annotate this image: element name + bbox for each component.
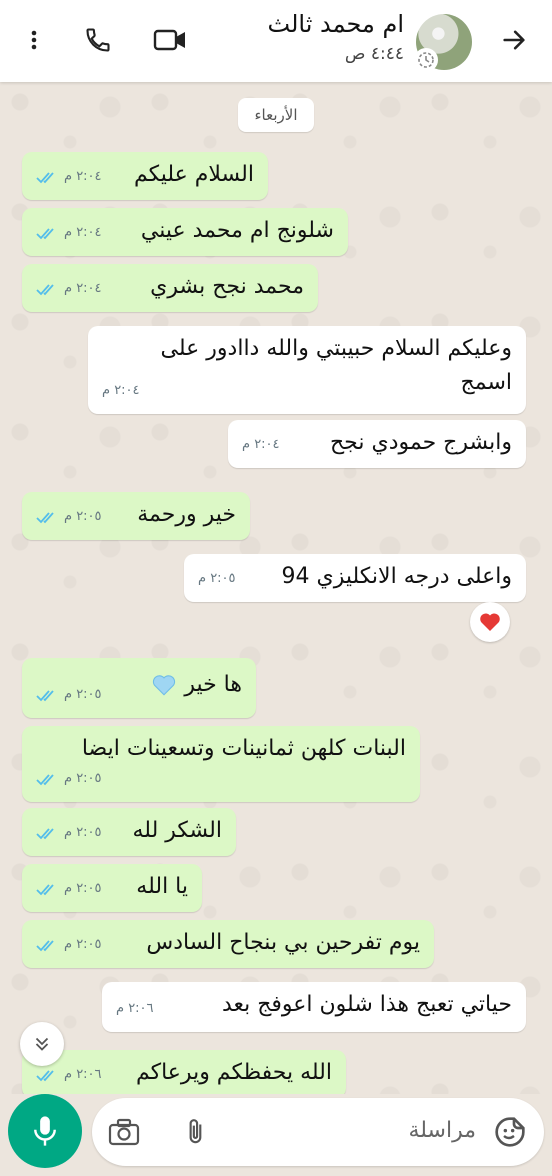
- contact-avatar[interactable]: [414, 14, 472, 72]
- message-time: ٢:٠٦ م: [64, 1067, 102, 1082]
- phone-call-icon[interactable]: [80, 22, 116, 58]
- message-time: ٢:٠٤ م: [64, 225, 102, 240]
- voice-record-button[interactable]: [8, 1094, 82, 1168]
- reaction-badge[interactable]: [470, 602, 510, 642]
- scroll-to-bottom-button[interactable]: [20, 1022, 64, 1066]
- message-text-wrap: ها خير: [151, 668, 242, 702]
- message-incoming[interactable]: حياتي تعبج هذا شلون اعوفج بعد ٢:٠٦ م: [102, 982, 526, 1032]
- last-seen-time: ٤:٤٤ ص: [344, 44, 404, 64]
- contact-name[interactable]: ام محمد ثالث: [268, 10, 404, 38]
- message-incoming[interactable]: وابشرج حمودي نجح ٢:٠٤ م: [228, 420, 526, 468]
- message-time: ٢:٠٥ م: [64, 881, 102, 896]
- message-outgoing[interactable]: خير ورحمة ٢:٠٥ م: [22, 492, 250, 540]
- double-chevron-down-icon: [35, 1037, 49, 1051]
- message-text: الله يحفظكم ويرعاكم: [135, 1060, 332, 1085]
- date-divider: الأربعاء: [238, 98, 314, 132]
- read-ticks-icon: [36, 688, 58, 702]
- message-text: محمد نجح بشري: [150, 274, 304, 299]
- chat-header: ام محمد ثالث ٤:٤٤ ص: [0, 0, 552, 82]
- message-input[interactable]: مراسلة: [92, 1098, 544, 1166]
- message-outgoing[interactable]: شلونج ام محمد عيني ٢:٠٤ م: [22, 208, 348, 256]
- message-time: ٢:٠٥ م: [64, 937, 102, 952]
- message-text: الشكر لله: [132, 818, 222, 843]
- read-ticks-icon: [36, 1068, 58, 1082]
- light-blue-heart-icon: [151, 672, 177, 698]
- message-time: ٢:٠٥ م: [64, 509, 102, 524]
- message-time: ٢:٠٥ م: [198, 571, 236, 586]
- message-text: يا الله: [136, 874, 188, 899]
- message-outgoing[interactable]: الله يحفظكم ويرعاكم ٢:٠٦ م: [22, 1050, 346, 1094]
- message-time: ٢:٠٥ م: [64, 771, 102, 786]
- message-text: وعليكم السلام حبيبتي والله داادور على اس…: [160, 336, 512, 395]
- message-text: السلام عليكم: [133, 162, 254, 187]
- attachment-icon[interactable]: [178, 1114, 214, 1150]
- message-outgoing[interactable]: محمد نجح بشري ٢:٠٤ م: [22, 264, 318, 312]
- message-incoming[interactable]: وعليكم السلام حبيبتي والله داادور على اس…: [88, 326, 526, 414]
- message-time: ٢:٠٦ م: [116, 1001, 154, 1016]
- more-options-icon[interactable]: [16, 22, 52, 58]
- message-time: ٢:٠٥ م: [64, 687, 102, 702]
- message-time: ٢:٠٤ م: [64, 281, 102, 296]
- message-outgoing[interactable]: يا الله ٢:٠٥ م: [22, 864, 202, 912]
- message-time: ٢:٠٥ م: [64, 825, 102, 840]
- read-ticks-icon: [36, 772, 58, 786]
- message-time: ٢:٠٤ م: [242, 437, 280, 452]
- message-time: ٢:٠٤ م: [102, 383, 140, 398]
- message-text: واعلى درجه الانكليزي 94: [281, 564, 513, 589]
- camera-icon[interactable]: [106, 1114, 142, 1150]
- read-ticks-icon: [36, 170, 58, 184]
- message-text: حياتي تعبج هذا شلون اعوفج بعد: [221, 992, 512, 1017]
- read-ticks-icon: [36, 826, 58, 840]
- sticker-emoji-icon[interactable]: [492, 1114, 528, 1150]
- message-text: البنات كلهن ثمانينات وتسعينات ايضا: [81, 736, 406, 761]
- read-ticks-icon: [36, 882, 58, 896]
- read-ticks-icon: [36, 226, 58, 240]
- message-time: ٢:٠٤ م: [64, 169, 102, 184]
- message-text: خير ورحمة: [137, 502, 236, 527]
- red-heart-icon: [480, 613, 500, 631]
- composer-bar: مراسلة: [0, 1094, 552, 1176]
- message-outgoing[interactable]: ها خير ٢:٠٥ م: [22, 658, 256, 718]
- message-text: ها خير: [184, 672, 242, 697]
- read-ticks-icon: [36, 282, 58, 296]
- message-outgoing[interactable]: البنات كلهن ثمانينات وتسعينات ايضا ٢:٠٥ …: [22, 726, 420, 802]
- read-ticks-icon: [36, 938, 58, 952]
- message-text: شلونج ام محمد عيني: [140, 218, 334, 243]
- message-outgoing[interactable]: الشكر لله ٢:٠٥ م: [22, 808, 236, 856]
- back-arrow-icon[interactable]: [496, 22, 532, 58]
- timer-icon: [414, 48, 438, 72]
- message-outgoing[interactable]: يوم تفرحين بي بنجاح السادس ٢:٠٥ م: [22, 920, 434, 968]
- message-text: يوم تفرحين بي بنجاح السادس: [146, 930, 420, 955]
- message-list[interactable]: الأربعاء السلام عليكم ٢:٠٤ م شلونج ام مح…: [0, 82, 552, 1094]
- message-placeholder: مراسلة: [408, 1118, 476, 1143]
- message-incoming[interactable]: واعلى درجه الانكليزي 94 ٢:٠٥ م: [184, 554, 526, 602]
- message-text: وابشرج حمودي نجح: [329, 430, 512, 455]
- video-call-icon[interactable]: [152, 22, 188, 58]
- microphone-icon: [34, 1116, 56, 1146]
- read-ticks-icon: [36, 510, 58, 524]
- message-outgoing[interactable]: السلام عليكم ٢:٠٤ م: [22, 152, 268, 200]
